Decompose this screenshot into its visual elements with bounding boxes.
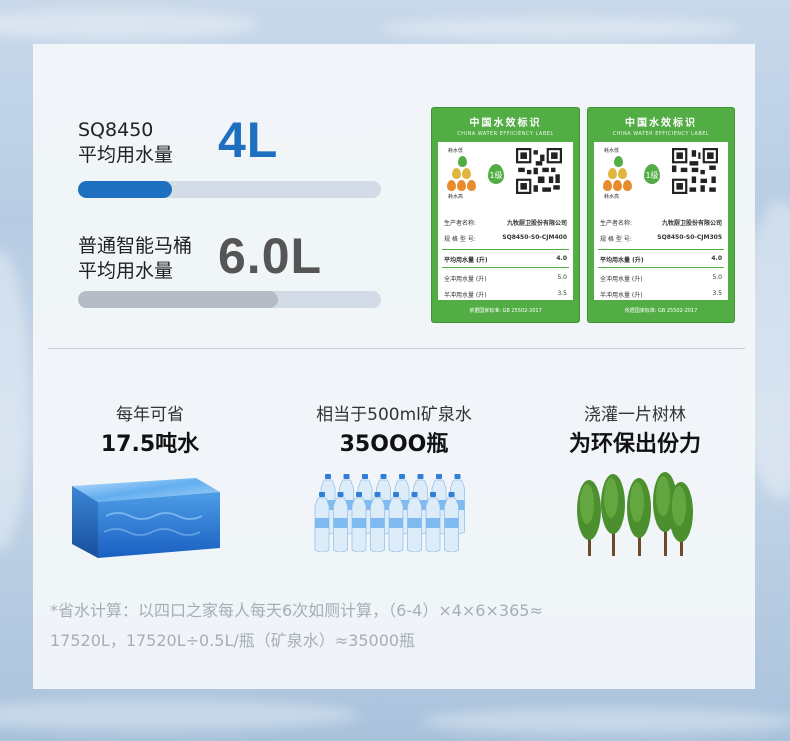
grade2-drop-icon: [462, 168, 471, 179]
forest-icon: [577, 472, 693, 556]
model-avg-label: 平均用水量: [78, 144, 174, 166]
bottle-icon: [314, 492, 330, 552]
grade1-drop-icon: [614, 156, 623, 167]
tree-icon: [601, 474, 625, 556]
producer-value: 九牧厨卫股份有限公司: [661, 220, 722, 227]
label-subtitle: CHINA WATER EFFICIENCY LABEL: [457, 131, 554, 137]
grade2-drop-icon: [452, 168, 461, 179]
stat-value-tons: 17.5吨水: [100, 432, 200, 457]
avg-usage-value: 4.0: [711, 255, 722, 262]
bottle-icon: [425, 492, 441, 552]
high-consumption-text: 耗水高: [604, 194, 620, 200]
stat-caption-tons: 每年可省: [116, 405, 184, 425]
tree-icon: [669, 482, 693, 556]
savings-footnote: *省水计算：以四口之家每人每天6次如厕计算，（6-4）×4×6×365≈ 175…: [50, 596, 740, 656]
high-consumption-text: 耗水高: [448, 194, 464, 200]
half-flush-key: 半冲用水量 (升): [444, 292, 487, 299]
footnote-line-2: 17520L，17520L÷0.5L/瓶（矿泉水）≈35000瓶: [50, 631, 416, 650]
model-label: SQ8450: [78, 119, 154, 141]
full-flush-value: 5.0: [557, 274, 567, 281]
avg-usage-key: 平均用水量 (升): [444, 257, 488, 264]
qr-code-icon: [672, 148, 718, 194]
model-water-value: 4L: [218, 112, 279, 168]
avg-usage-key: 平均用水量 (升): [600, 257, 644, 264]
full-flush-value: 5.0: [712, 274, 722, 281]
model-usage-bar-fill: [78, 181, 172, 198]
stat-value-forest: 为环保出份力: [568, 432, 701, 457]
bottle-icon: [407, 492, 422, 552]
stat-value-bottles: 35OOO瓶: [339, 432, 449, 457]
water-efficiency-label-1: 中国水效标识 CHINA WATER EFFICIENCY LABEL 耗水低 …: [432, 108, 579, 322]
stat-caption-forest: 浇灌一片树林: [584, 405, 686, 425]
common-water-value: 6.0L: [218, 228, 323, 284]
model-value: SQ8450-S0-CJM400: [502, 234, 567, 241]
bottle-icon: [333, 492, 348, 552]
avg-usage-value: 4.0: [556, 255, 567, 262]
tree-icon: [577, 480, 601, 556]
producer-value: 九牧厨卫股份有限公司: [506, 220, 567, 227]
footnote-line-1: *省水计算：以四口之家每人每天6次如厕计算，（6-4）×4×6×365≈: [50, 601, 543, 620]
label-subtitle: CHINA WATER EFFICIENCY LABEL: [612, 131, 710, 137]
bottle-icon: [351, 492, 367, 552]
water-efficiency-label-2: 中国水效标识 CHINA WATER EFFICIENCY LABEL 耗水低 …: [588, 108, 734, 322]
grade3-drop-icon: [603, 180, 612, 191]
grade2-drop-icon: [618, 168, 627, 179]
grade-badge: 1级: [488, 164, 504, 184]
water-cube-icon: [72, 478, 220, 558]
low-consumption-text: 耗水低: [448, 148, 464, 154]
common-usage-bar: [78, 291, 381, 308]
water-bottles-icon: [314, 474, 465, 552]
grade3-drop-icon: [457, 180, 466, 191]
model-value: SQ8450-S0-CJM305: [657, 234, 722, 241]
full-flush-key: 全冲用水量 (升): [444, 276, 487, 283]
section-divider: [48, 348, 745, 349]
producer-key: 生产者名称:: [600, 220, 633, 227]
label-footer-standard: 依据国家标准: GB 25502-2017: [469, 308, 542, 314]
grade1-drop-icon: [458, 156, 467, 167]
grade3-drop-icon: [613, 180, 622, 191]
grade3-drop-icon: [623, 180, 632, 191]
model-key: 规 格 型 号:: [444, 236, 476, 243]
bottle-icon: [444, 492, 459, 552]
grade2-drop-icon: [608, 168, 617, 179]
label-title: 中国水效标识: [625, 118, 697, 129]
qr-code-icon: [516, 148, 562, 194]
tree-icon: [627, 478, 651, 556]
half-flush-value: 3.5: [712, 290, 722, 297]
model-key: 规 格 型 号:: [600, 236, 632, 243]
bottle-icon: [370, 492, 385, 552]
grade3-drop-icon: [447, 180, 456, 191]
label-footer-standard: 依据国家标准: GB 25502-2017: [624, 308, 698, 314]
grade3-drop-icon: [467, 180, 476, 191]
common-avg-label: 平均用水量: [78, 260, 174, 282]
bottle-icon: [388, 492, 404, 552]
grade-badge: 1级: [644, 164, 660, 184]
label-title: 中国水效标识: [469, 118, 542, 129]
low-consumption-text: 耗水低: [604, 148, 620, 154]
common-name-label: 普通智能马桶: [78, 235, 193, 257]
producer-key: 生产者名称:: [444, 220, 477, 227]
half-flush-key: 半冲用水量 (升): [600, 292, 643, 299]
common-usage-bar-fill: [78, 291, 278, 308]
stat-caption-bottles: 相当于500ml矿泉水: [316, 405, 472, 425]
full-flush-key: 全冲用水量 (升): [600, 276, 643, 283]
model-usage-bar: [78, 181, 381, 198]
half-flush-value: 3.5: [557, 290, 567, 297]
